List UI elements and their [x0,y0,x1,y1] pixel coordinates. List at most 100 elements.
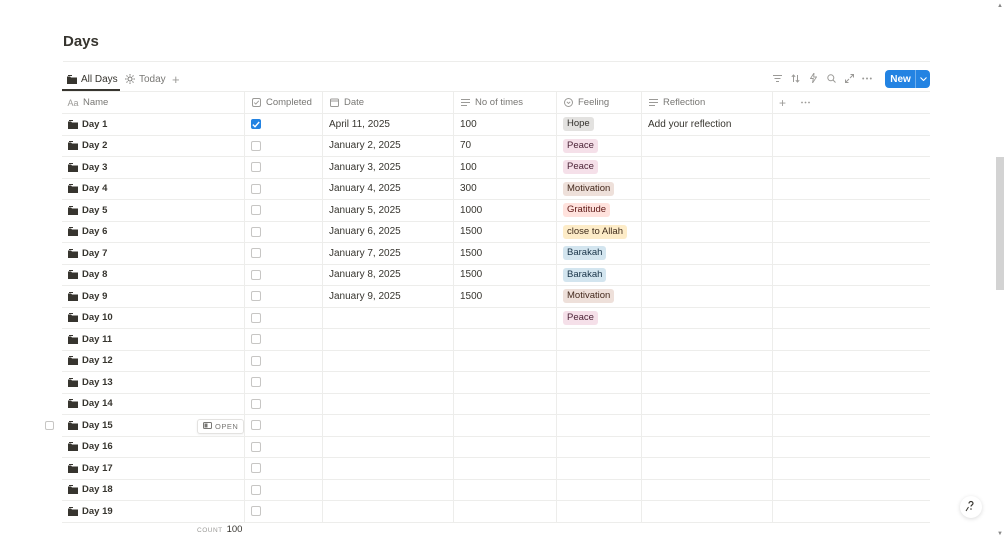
completed-checkbox[interactable] [251,506,261,517]
table-row[interactable]: Day 3 January 3, 2025 100 Peace [62,157,930,179]
cell-reflection[interactable] [642,372,773,393]
cell-completed[interactable] [245,221,323,242]
cell-name[interactable]: Day 11 [62,329,245,350]
cell-name[interactable]: Day 14 [62,393,245,414]
column-header-feeling[interactable]: Feeling [557,92,642,113]
cell-completed[interactable] [245,243,323,264]
scroll-down-icon[interactable]: ▼ [997,531,1003,537]
cell-date[interactable] [323,458,454,479]
cell-reflection[interactable]: Add your reflection [642,114,773,135]
table-row[interactable]: Day 14 [62,393,930,415]
table-row[interactable]: Day 12 [62,350,930,372]
table-row[interactable]: Day 18 [62,479,930,501]
completed-checkbox[interactable] [251,398,261,409]
completed-checkbox[interactable] [251,355,261,366]
cell-feeling[interactable] [557,479,642,500]
cell-reflection[interactable] [642,350,773,371]
completed-checkbox[interactable] [251,420,261,431]
cell-feeling[interactable] [557,350,642,371]
cell-times[interactable]: 1500 [454,221,557,242]
cell-name[interactable]: Day 8 [62,264,245,285]
cell-feeling[interactable]: Peace [557,157,642,178]
cell-times[interactable] [454,307,557,328]
cell-date[interactable] [323,307,454,328]
cell-feeling[interactable]: Motivation [557,286,642,307]
cell-feeling[interactable]: Hope [557,114,642,135]
completed-checkbox[interactable] [251,312,261,323]
table-row[interactable]: Day 5 January 5, 2025 1000 Gratitude [62,200,930,222]
open-page-button[interactable]: OPEN [197,419,244,434]
cell-reflection[interactable] [642,329,773,350]
add-view-button[interactable]: + [172,70,180,88]
cell-feeling[interactable]: Peace [557,135,642,156]
cell-name[interactable]: Day 3 [62,157,245,178]
cell-completed[interactable] [245,178,323,199]
cell-times[interactable] [454,436,557,457]
cell-name[interactable]: Day 7 [62,243,245,264]
cell-completed[interactable] [245,458,323,479]
scrollbar[interactable]: ▲ ▼ [994,0,1005,540]
table-row[interactable]: Day 1 April 11, 2025 100 Hope Add your refle… [62,114,930,136]
cell-date[interactable] [323,372,454,393]
table-row[interactable]: Day 10 Peace [62,307,930,329]
filter-icon[interactable] [772,71,782,85]
cell-times[interactable] [454,415,557,436]
cell-feeling[interactable] [557,501,642,522]
table-row[interactable]: Day 2 January 2, 2025 70 Peace [62,135,930,157]
cell-feeling[interactable]: Barakah [557,243,642,264]
cell-completed[interactable] [245,135,323,156]
cell-feeling[interactable]: Motivation [557,178,642,199]
cell-times[interactable] [454,501,557,522]
cell-feeling[interactable] [557,372,642,393]
cell-times[interactable]: 100 [454,114,557,135]
cell-date[interactable] [323,393,454,414]
cell-times[interactable]: 300 [454,178,557,199]
table-row[interactable]: Day 8 January 8, 2025 1500 Barakah [62,264,930,286]
completed-checkbox[interactable] [251,140,261,151]
cell-name[interactable]: Day 10 [62,307,245,328]
cell-reflection[interactable] [642,479,773,500]
completed-checkbox[interactable] [251,248,261,259]
cell-date[interactable] [323,501,454,522]
more-icon[interactable] [801,101,810,104]
cell-reflection[interactable] [642,286,773,307]
cell-name[interactable]: Day 19 [62,501,245,522]
cell-name[interactable]: Day 1 [62,114,245,135]
sort-icon[interactable] [790,71,800,85]
cell-completed[interactable] [245,286,323,307]
column-header-times[interactable]: No of times [454,92,557,113]
cell-name[interactable]: Day 6 [62,221,245,242]
cell-name[interactable]: Day 13 [62,372,245,393]
column-header-date[interactable]: Date [323,92,454,113]
lightning-icon[interactable] [808,71,818,85]
more-icon[interactable] [862,71,872,85]
cell-reflection[interactable] [642,221,773,242]
cell-times[interactable]: 1500 [454,264,557,285]
table-row[interactable]: Day 11 [62,329,930,351]
cell-feeling[interactable]: Barakah [557,264,642,285]
cell-reflection[interactable] [642,157,773,178]
cell-reflection[interactable] [642,178,773,199]
cell-date[interactable]: January 3, 2025 [323,157,454,178]
cell-completed[interactable] [245,307,323,328]
cell-name[interactable]: Day 2 [62,135,245,156]
cell-date[interactable]: January 6, 2025 [323,221,454,242]
new-button[interactable]: New [885,70,930,88]
cell-name[interactable]: Day 16 [62,436,245,457]
cell-reflection[interactable] [642,501,773,522]
cell-name[interactable]: Day 12 [62,350,245,371]
cell-feeling[interactable] [557,393,642,414]
cell-completed[interactable] [245,372,323,393]
table-row[interactable]: Day 4 January 4, 2025 300 Motivation [62,178,930,200]
expand-icon[interactable] [844,71,854,85]
cell-reflection[interactable] [642,243,773,264]
cell-feeling[interactable]: Peace [557,307,642,328]
column-header-name[interactable]: Aa Name [62,92,245,113]
cell-completed[interactable] [245,329,323,350]
completed-checkbox[interactable] [251,441,261,452]
cell-name[interactable]: Day 5 [62,200,245,221]
cell-completed[interactable] [245,264,323,285]
cell-name[interactable]: Day 9 [62,286,245,307]
row-select-checkbox[interactable] [45,421,54,430]
chevron-down-icon[interactable] [915,70,930,88]
